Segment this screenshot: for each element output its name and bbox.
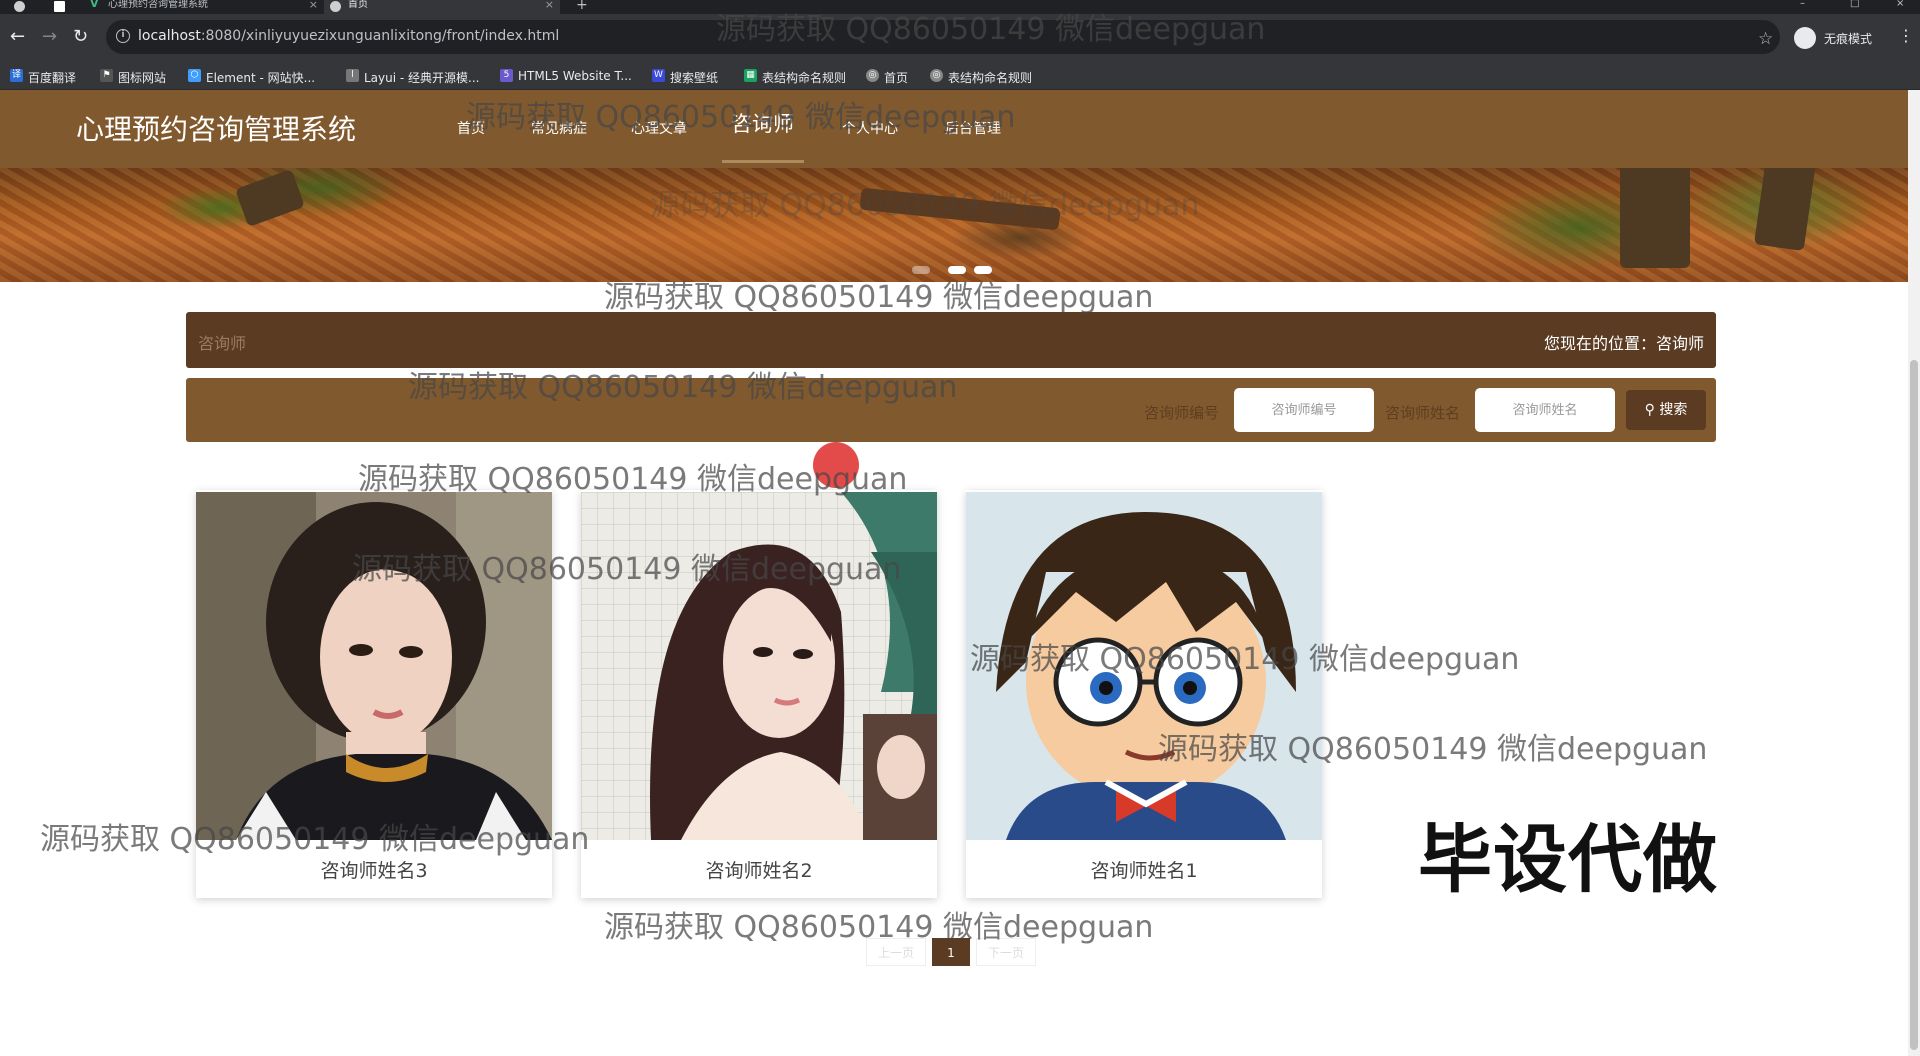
minimize-icon[interactable]: – — [1800, 0, 1805, 9]
nav-admin[interactable]: 后台管理 — [945, 118, 1001, 138]
banner-carousel[interactable] — [0, 168, 1908, 282]
bookmark-item[interactable]: 译百度翻译 — [10, 69, 76, 86]
search-icon: ⚲ — [1644, 402, 1655, 418]
bookmark-item[interactable]: ⬡ Element - 网站快... — [188, 69, 315, 86]
nav-counselors[interactable]: 咨询师 — [731, 108, 794, 138]
click-highlight — [813, 442, 859, 488]
active-nav-indicator — [722, 160, 804, 163]
bookmark-item[interactable]: W 搜索壁纸 — [652, 69, 718, 86]
info-icon[interactable]: i — [116, 29, 130, 43]
nav-home[interactable]: 首页 — [457, 118, 485, 138]
banner-trunk — [1620, 168, 1690, 268]
close-window-icon[interactable]: × — [1896, 0, 1904, 9]
search-button[interactable]: ⚲ 搜索 — [1626, 390, 1706, 430]
counselor-card[interactable]: 咨询师姓名3 — [196, 490, 552, 898]
browser-toolbar: ← → ↻ i localhost:8080/xinliyuyuezixungu… — [0, 14, 1920, 62]
address-bar[interactable]: i localhost:8080/xinliyuyuezixunguanlixi… — [106, 20, 1780, 54]
breadcrumb: 咨询师 您现在的位置：咨询师 — [186, 312, 1716, 368]
element-icon: ⬡ — [188, 69, 201, 82]
next-page-button[interactable]: 下一页 — [976, 938, 1036, 966]
bookmark-item[interactable]: ▦ 表结构命名规则 — [744, 69, 846, 86]
more-menu-icon[interactable]: ⋮ — [1898, 26, 1914, 45]
bookmark-star-icon[interactable]: ☆ — [1758, 29, 1773, 49]
counselor-name-label: 咨询师姓名 — [1385, 404, 1461, 422]
layui-icon: l — [346, 69, 359, 82]
counselor-photo[interactable] — [581, 492, 937, 840]
carousel-dot[interactable] — [974, 266, 992, 274]
bookmarks-bar: 译百度翻译 ⚑ 图标网站 ⬡ Element - 网站快... l Layui - 经… — [0, 62, 1920, 90]
counselor-photo[interactable] — [966, 492, 1322, 840]
browser-tab-bar: V 心理预约咨询管理系统 × 首页 × + – □ × — [0, 0, 1920, 14]
nav-personal-center[interactable]: 个人中心 — [842, 118, 898, 138]
bookmark-item[interactable]: l Layui - 经典开源模... — [346, 69, 479, 86]
counselor-card[interactable]: 咨询师姓名1 — [966, 490, 1322, 898]
back-icon[interactable]: ← — [10, 28, 25, 46]
globe-icon: ◎ — [930, 69, 943, 82]
scrollbar-thumb[interactable] — [1910, 360, 1918, 1050]
browser-menu-icon[interactable] — [0, 0, 36, 14]
site-logo[interactable]: 心理预约咨询管理系统 — [76, 108, 356, 148]
counselor-id-label: 咨询师编号 — [1144, 404, 1220, 422]
tab-admin[interactable]: V 心理预约咨询管理系统 × — [84, 0, 324, 14]
counselor-name[interactable]: 咨询师姓名3 — [196, 856, 552, 883]
nav-articles[interactable]: 心理文章 — [631, 118, 687, 138]
page-content: 心理预约咨询管理系统 首页 常见病症 心理文章 咨询师 个人中心 后台管理 咨询… — [0, 90, 1908, 1056]
close-icon[interactable]: × — [545, 0, 554, 10]
counselor-name[interactable]: 咨询师姓名1 — [966, 856, 1322, 883]
translate-icon: 译 — [10, 69, 23, 82]
vue-icon: V — [90, 0, 99, 10]
bookmark-item[interactable]: ◎ 表结构命名规则 — [930, 69, 1032, 86]
promo-label: 毕设代做 — [1418, 817, 1718, 903]
globe-icon — [330, 1, 341, 12]
counselor-name-input[interactable] — [1475, 388, 1615, 432]
new-tab-button[interactable]: + — [568, 0, 598, 14]
reload-icon[interactable]: ↻ — [73, 28, 88, 46]
globe-icon: ◎ — [866, 69, 879, 82]
sheet-icon: ▦ — [744, 69, 757, 82]
incognito-icon — [1794, 27, 1816, 49]
bookmark-item[interactable]: ⚑ 图标网站 — [100, 69, 166, 86]
window-icon[interactable] — [44, 0, 84, 14]
bookmark-item[interactable]: ◎ 首页 — [866, 69, 908, 86]
tab-home[interactable]: 首页 × — [324, 0, 560, 14]
url-text[interactable]: localhost:8080/xinliyuyuezixunguanlixito… — [138, 28, 559, 44]
breadcrumb-title: 咨询师 — [198, 334, 247, 353]
carousel-dot[interactable] — [948, 266, 966, 274]
site-header: 心理预约咨询管理系统 首页 常见病症 心理文章 咨询师 个人中心 后台管理 — [0, 90, 1908, 168]
search-bar: 咨询师编号 咨询师姓名 ⚲ 搜索 — [186, 378, 1716, 442]
page-scrollbar[interactable] — [1908, 90, 1920, 1056]
wallpaper-icon: W — [652, 69, 665, 82]
nav-common-diseases[interactable]: 常见病症 — [531, 118, 587, 138]
maximize-icon[interactable]: □ — [1850, 0, 1859, 9]
prev-page-button[interactable]: 上一页 — [866, 938, 926, 966]
close-icon[interactable]: × — [309, 0, 318, 10]
counselor-card[interactable]: 咨询师姓名2 — [581, 490, 937, 898]
carousel-dot[interactable] — [912, 266, 930, 274]
bookmark-item[interactable]: 5 HTML5 Website T... — [500, 69, 632, 83]
breadcrumb-position: 您现在的位置：咨询师 — [1543, 334, 1704, 353]
counselor-photo[interactable] — [196, 492, 552, 840]
page-number[interactable]: 1 — [932, 938, 970, 966]
counselor-id-input[interactable] — [1234, 388, 1374, 432]
html5-icon: 5 — [500, 69, 513, 82]
counselor-name[interactable]: 咨询师姓名2 — [581, 856, 937, 883]
forward-icon[interactable]: → — [42, 28, 57, 46]
flag-icon: ⚑ — [100, 69, 113, 82]
